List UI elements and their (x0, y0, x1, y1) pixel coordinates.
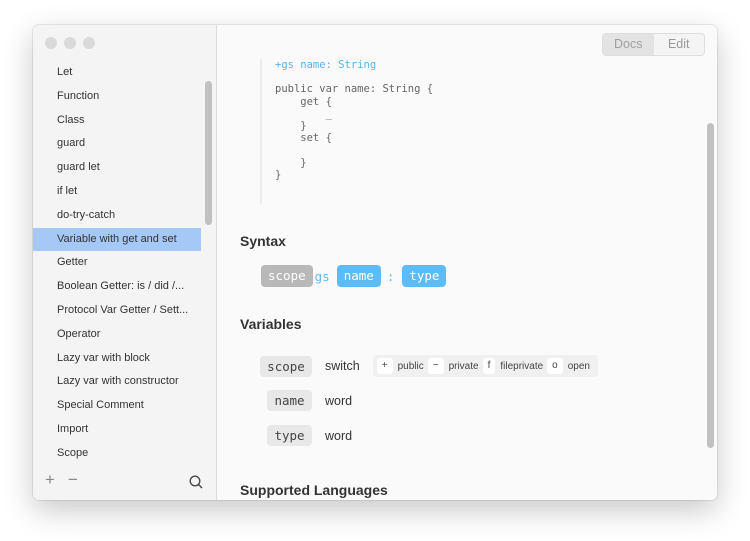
variable-row-scope: scope switch + public − private f filepr… (260, 355, 598, 377)
list-item[interactable]: Getter (33, 251, 201, 275)
list-item[interactable]: Let (33, 61, 201, 85)
tab-edit[interactable]: Edit (653, 34, 704, 55)
variable-row-type: type word (267, 425, 352, 446)
syntax-token-type: type (402, 265, 447, 287)
mode-segmented-control: Docs Edit (602, 33, 705, 56)
variables-heading: Variables (240, 316, 302, 332)
variable-key: type (267, 425, 312, 446)
list-item[interactable]: if let (33, 180, 201, 204)
code-line: set { (275, 132, 332, 145)
option-label: open (567, 360, 590, 372)
variable-key: scope (260, 355, 312, 377)
supported-languages-heading: Supported Languages (240, 482, 388, 498)
option-symbol: − (427, 358, 444, 374)
sidebar-scrollbar[interactable] (205, 81, 212, 225)
syntax-token-colon: : (386, 268, 395, 284)
option-label: private (448, 360, 479, 372)
add-button[interactable]: + (45, 470, 55, 490)
list-item[interactable]: Class (33, 109, 201, 133)
syntax-token-scope: scope (261, 265, 313, 287)
tab-docs[interactable]: Docs (603, 34, 654, 55)
list-item[interactable]: Operator (33, 323, 201, 347)
variable-type: word (325, 428, 353, 443)
minimize-button[interactable] (64, 37, 76, 49)
code-header: +gs name: String (275, 59, 377, 71)
sidebar-footer: + − (33, 464, 216, 500)
close-button[interactable] (45, 37, 57, 49)
list-item[interactable]: Lazy var with block (33, 347, 201, 371)
code-preview: +gs name: String public var name: String… (260, 59, 433, 204)
code-line: } (275, 168, 282, 181)
app-window: Let Function Class guard guard let if le… (33, 25, 717, 500)
variable-type: switch (325, 359, 360, 373)
option-label: public (397, 360, 424, 372)
remove-button[interactable]: − (68, 470, 78, 490)
list-item[interactable]: Protocol Var Getter / Sett... (33, 299, 201, 323)
main-content: Docs Edit +gs name: String public var na… (217, 25, 717, 500)
zoom-button[interactable] (83, 37, 95, 49)
syntax-tokens: scope gs name : type (261, 265, 447, 287)
list-item[interactable]: Special Comment (33, 394, 201, 418)
code-line: } (275, 120, 307, 133)
syntax-heading: Syntax (240, 233, 286, 249)
code-line: public var name: String { (275, 83, 434, 96)
snippet-list: Let Function Class guard guard let if le… (33, 61, 201, 466)
list-item[interactable]: Lazy var with constructor (33, 370, 201, 394)
list-item[interactable]: Scope (33, 442, 201, 466)
option-symbol: o (547, 358, 563, 374)
scope-options: + public − private f fileprivate o open (372, 355, 598, 377)
option-symbol: + (376, 358, 393, 374)
main-scrollbar[interactable] (707, 123, 714, 448)
code-line: } (275, 156, 307, 169)
code-line: _ (275, 107, 332, 120)
list-item[interactable]: guard let (33, 156, 201, 180)
variable-key: name (267, 390, 312, 411)
code-line: get { (275, 95, 332, 108)
variable-row-name: name word (267, 390, 352, 411)
list-item[interactable]: Function (33, 85, 201, 109)
search-icon[interactable] (189, 475, 203, 489)
option-symbol: f (482, 358, 496, 374)
syntax-token-name: name (336, 265, 381, 287)
window-controls (45, 37, 95, 49)
list-item[interactable]: Boolean Getter: is / did /... (33, 275, 201, 299)
list-item[interactable]: guard (33, 132, 201, 156)
option-label: fileprivate (500, 360, 544, 372)
syntax-token-gs: gs (314, 268, 330, 284)
list-item[interactable]: do-try-catch (33, 204, 201, 228)
sidebar: Let Function Class guard guard let if le… (33, 25, 217, 500)
list-item-selected[interactable]: Variable with get and set (33, 227, 201, 252)
variable-type: word (325, 393, 353, 408)
list-item[interactable]: Import (33, 418, 201, 442)
